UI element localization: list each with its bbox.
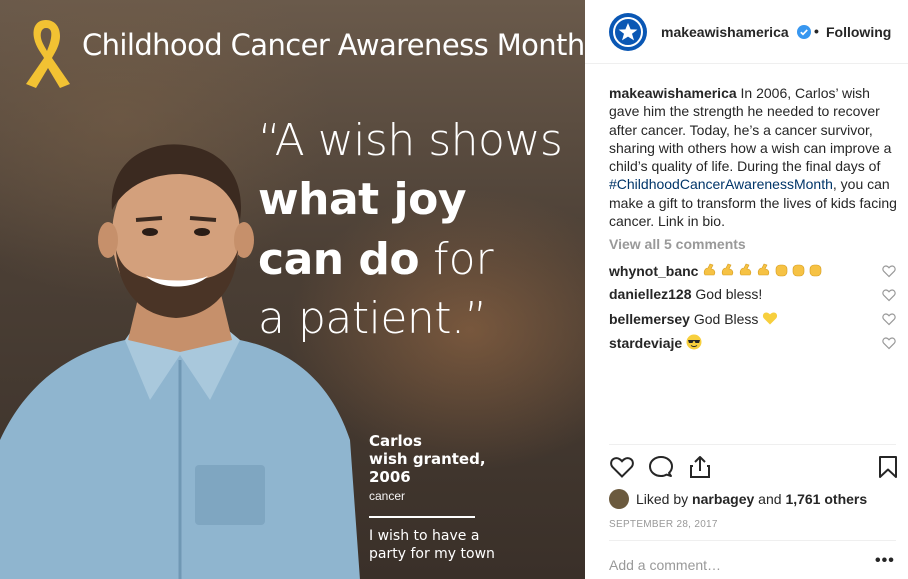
liker-avatar[interactable] xyxy=(609,489,629,509)
header-separator: • xyxy=(814,23,819,39)
comment-item: daniellez128 God bless! xyxy=(609,286,889,302)
liker-username[interactable]: narbagey xyxy=(692,491,754,507)
following-button[interactable]: Following xyxy=(826,24,891,40)
caption-hashtag[interactable]: #ChildhoodCancerAwarenessMonth xyxy=(609,176,833,192)
image-caption: Carlos wish granted, 2006 cancer I wish … xyxy=(369,432,495,563)
yellow-heart-emoji-icon xyxy=(763,312,778,325)
post-panel: makeawishamerica • Following makeawisham… xyxy=(585,0,908,579)
quote-line-1: “A wish shows xyxy=(258,115,563,166)
quote-line-3-rest: for xyxy=(419,234,494,285)
post-date[interactable]: SEPTEMBER 28, 2017 xyxy=(609,519,718,530)
likes-prefix: Liked by xyxy=(636,491,693,507)
caption-diagnosis: cancer xyxy=(369,489,406,503)
quote-line-4: a patient.” xyxy=(258,293,487,344)
comment-item: whynot_banc xyxy=(609,262,889,279)
comment-username[interactable]: bellemersey xyxy=(609,311,690,327)
comment-username[interactable]: stardeviaje xyxy=(609,335,682,351)
add-comment-input[interactable]: Add a comment… xyxy=(609,557,721,573)
post-image[interactable]: Childhood Cancer Awareness Month “A wish… xyxy=(0,0,585,579)
likes-summary: Liked by narbagey and 1,761 others xyxy=(609,489,867,509)
quote-line-3-bold: can do xyxy=(258,234,420,285)
caption-wish-line-2: party for my town xyxy=(369,546,495,562)
share-icon[interactable] xyxy=(687,454,713,480)
actions-divider xyxy=(609,444,896,445)
comment-text: God Bless xyxy=(689,311,763,327)
quote-text: “A wish shows what joy can do for a pati… xyxy=(258,112,563,348)
comment-item: stardeviaje xyxy=(609,334,889,351)
view-all-comments-link[interactable]: View all 5 comments xyxy=(609,236,746,252)
comment-username[interactable]: daniellez128 xyxy=(609,286,692,302)
post-header: makeawishamerica • Following xyxy=(585,0,908,64)
comment-bubble-icon[interactable] xyxy=(648,454,674,480)
save-bookmark-icon[interactable] xyxy=(875,454,901,480)
flexed-biceps-and-fist-emoji-icon xyxy=(704,263,822,277)
caption-username[interactable]: makeawishamerica xyxy=(609,85,737,101)
add-comment-divider xyxy=(609,540,896,541)
comment-text: God bless! xyxy=(691,286,763,302)
post-caption: makeawishamerica In 2006, Carlos’ wish g… xyxy=(609,84,899,230)
caption-year: 2006 xyxy=(369,468,411,486)
comment-item: bellemersey God Bless xyxy=(609,310,889,327)
caption-granted: wish granted, xyxy=(369,450,486,468)
caption-wish-line-1: I wish to have a xyxy=(369,528,480,544)
caption-divider xyxy=(369,516,475,518)
header-username[interactable]: makeawishamerica xyxy=(661,24,789,40)
more-options-button[interactable]: ••• xyxy=(875,552,895,570)
caption-name: Carlos xyxy=(369,432,422,450)
banner-title: Childhood Cancer Awareness Month xyxy=(82,28,585,62)
quote-line-2: what joy xyxy=(258,174,467,225)
comment-like-heart-icon[interactable] xyxy=(882,264,896,278)
comment-like-heart-icon[interactable] xyxy=(882,288,896,302)
likes-middle: and xyxy=(754,491,786,507)
comment-like-heart-icon[interactable] xyxy=(882,312,896,326)
avatar[interactable] xyxy=(609,13,647,51)
sunglasses-emoji-icon xyxy=(686,334,702,350)
awareness-ribbon-icon xyxy=(26,20,70,88)
comment-username[interactable]: whynot_banc xyxy=(609,263,698,279)
verified-badge-icon xyxy=(797,25,811,39)
like-heart-icon[interactable] xyxy=(609,454,635,480)
likes-count[interactable]: 1,761 others xyxy=(785,491,867,507)
comment-like-heart-icon[interactable] xyxy=(882,336,896,350)
